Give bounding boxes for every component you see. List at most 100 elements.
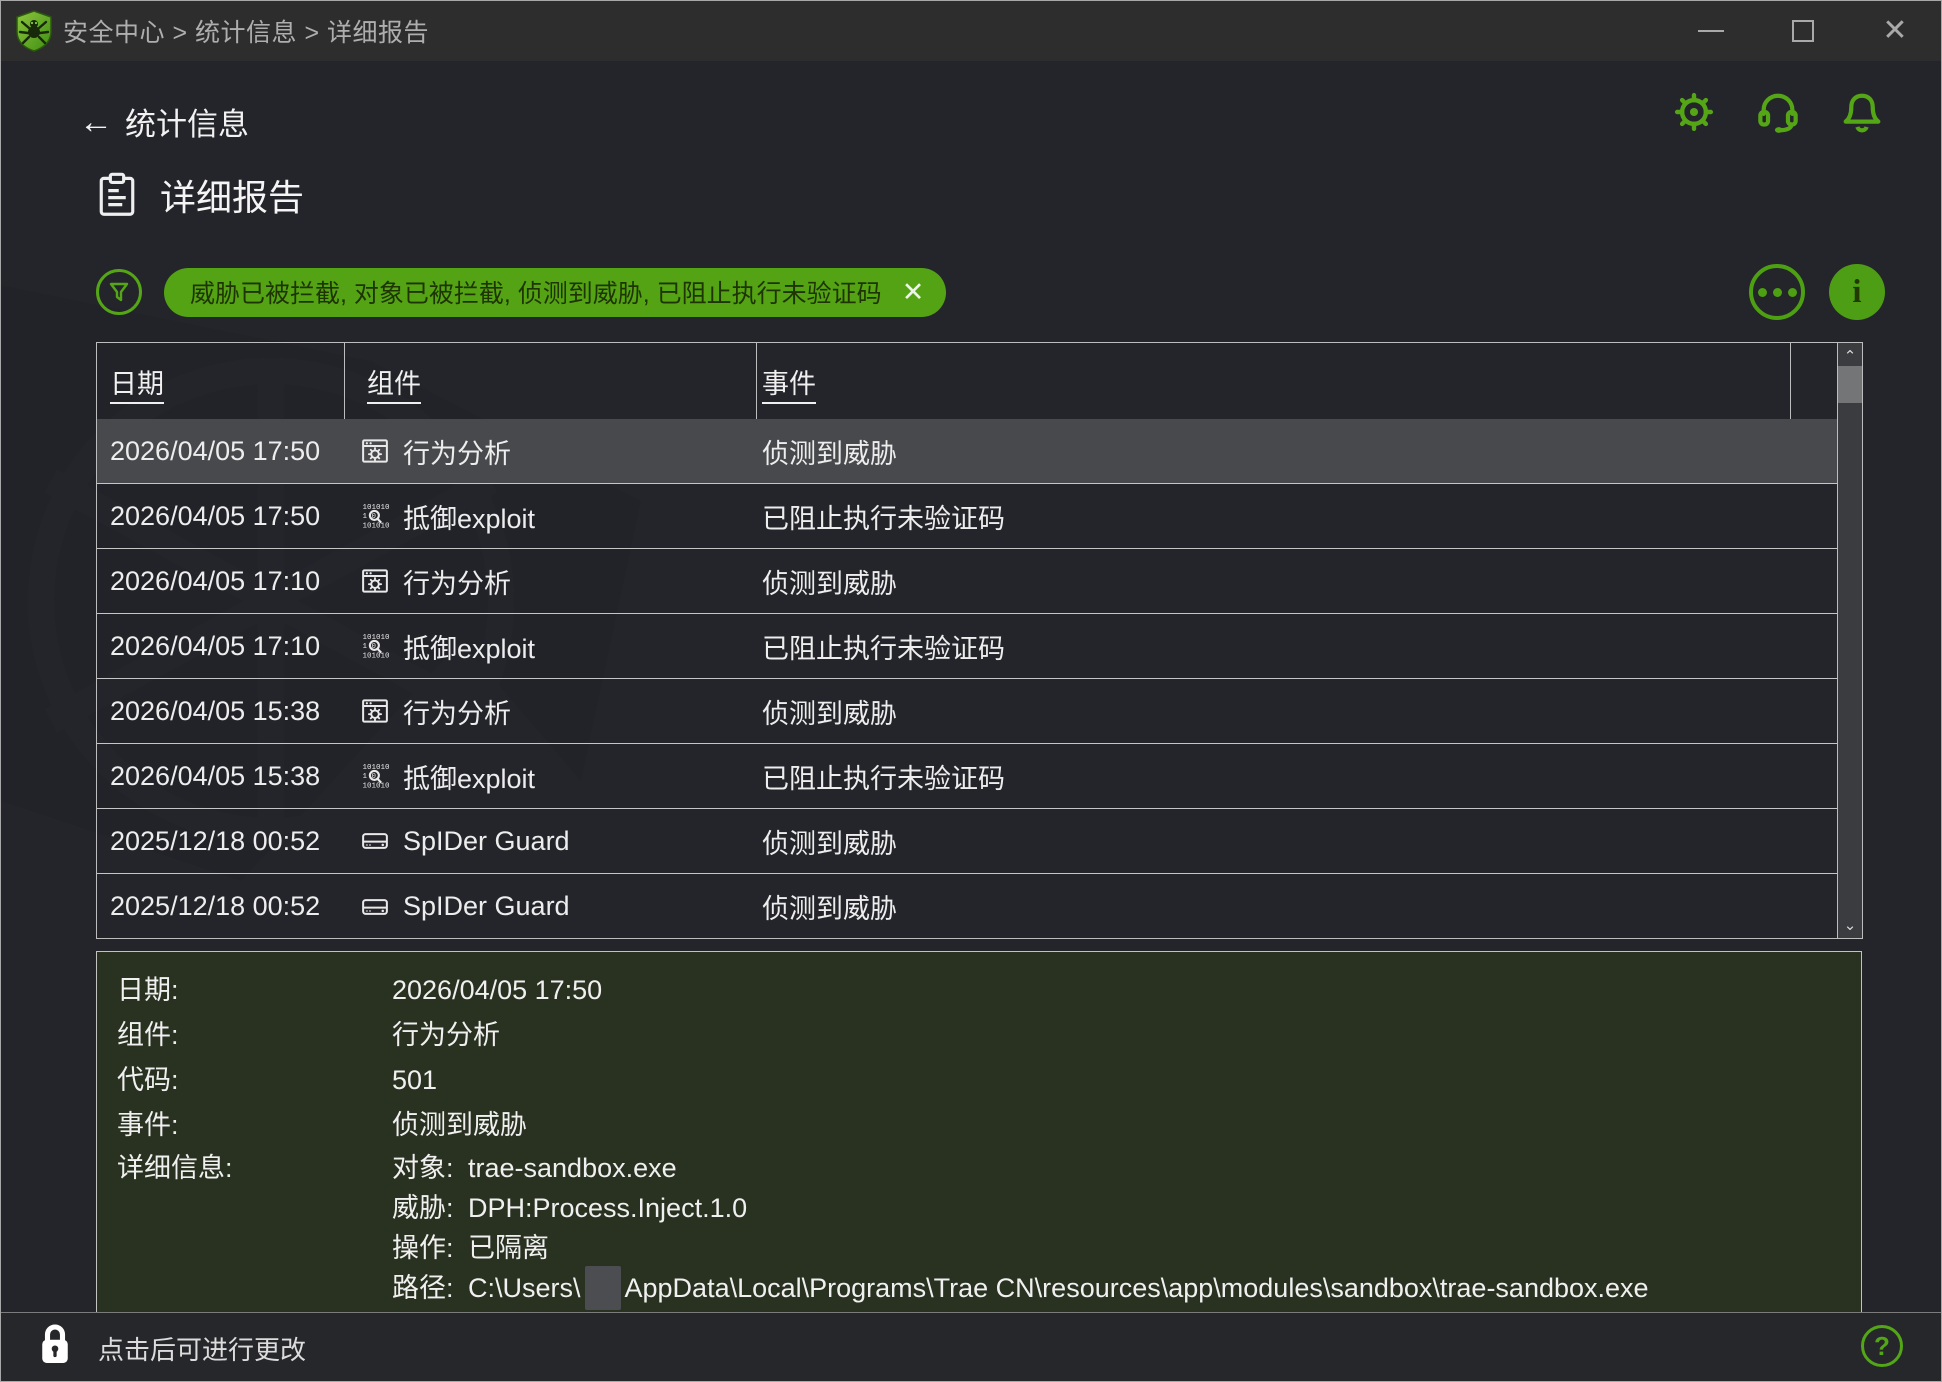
exploit-protection-icon: 1010101 0101010: [360, 761, 390, 791]
filter-chip-label: 威胁已被拦截, 对象已被拦截, 侦测到威胁, 已阻止执行未验证码: [190, 274, 882, 310]
disk-drive-icon: [360, 826, 390, 856]
row-date: 2026/04/05 17:10: [97, 566, 345, 597]
scroll-down-icon[interactable]: ⌄: [1838, 914, 1862, 936]
table-row[interactable]: 2026/04/05 17:50 行为分析 侦测到威胁: [97, 419, 1837, 484]
help-button[interactable]: ?: [1861, 1325, 1903, 1367]
detail-label: 代码:: [117, 1058, 392, 1103]
scrollbar-thumb[interactable]: [1838, 366, 1862, 403]
titlebar: 安全中心 > 统计信息 > 详细报告 ✕: [1, 1, 1941, 61]
column-header-component[interactable]: 组件: [345, 343, 757, 419]
table-row[interactable]: 2026/04/05 17:10 行为分析 侦测到威胁: [97, 549, 1837, 614]
table-body: 2026/04/05 17:50 行为分析 侦测到威胁 2026/04/05 1…: [97, 419, 1837, 938]
minimize-button[interactable]: [1665, 1, 1757, 61]
row-date: 2026/04/05 15:38: [97, 696, 345, 727]
row-component: 1010101 0101010 抵御exploit: [345, 627, 757, 666]
detail-label: 组件:: [117, 1013, 392, 1058]
help-icon: ?: [1874, 1331, 1890, 1362]
back-navigation[interactable]: ← 统计信息: [79, 99, 249, 144]
column-header-event[interactable]: 事件: [757, 343, 1791, 419]
row-date: 2026/04/05 17:50: [97, 501, 345, 532]
info-icon: i: [1852, 274, 1861, 311]
redacted-username: [585, 1266, 621, 1310]
minimize-icon: [1698, 30, 1724, 32]
row-event: 侦测到威胁: [757, 432, 1837, 471]
table-header: 日期 组件 事件: [97, 343, 1837, 419]
detail-object: trae-sandbox.exe: [468, 1148, 677, 1188]
lock-toggle[interactable]: [37, 1321, 73, 1369]
column-header-stub: [1791, 343, 1815, 419]
detail-info-rows: 对象:trae-sandbox.exe 威胁:DPH:Process.Injec…: [392, 1148, 1649, 1312]
breadcrumb: 安全中心 > 统计信息 > 详细报告: [63, 13, 429, 49]
details-panel: 日期:2026/04/05 17:50 组件:行为分析 代码:501 事件:侦测…: [96, 951, 1862, 1314]
events-table: 日期 组件 事件 2026/04/05 17:50 行为分析 侦测到威胁 202…: [96, 342, 1863, 939]
row-component: 1010101 0101010 抵御exploit: [345, 757, 757, 796]
top-actions: [1671, 89, 1885, 135]
bell-icon[interactable]: [1839, 89, 1885, 135]
column-header-date[interactable]: 日期: [97, 343, 345, 419]
filter-row: 威胁已被拦截, 对象已被拦截, 侦测到威胁, 已阻止执行未验证码 ✕ i: [96, 264, 1885, 320]
filter-chip[interactable]: 威胁已被拦截, 对象已被拦截, 侦测到威胁, 已阻止执行未验证码 ✕: [164, 268, 946, 317]
row-date: 2026/04/05 17:10: [97, 631, 345, 662]
detail-path: C:\Users\AppData\Local\Programs\Trae CN\…: [468, 1268, 1649, 1312]
maximize-button[interactable]: [1757, 1, 1849, 61]
behavior-analysis-icon: [360, 436, 390, 466]
filter-icon: [107, 280, 131, 304]
row-event: 侦测到威胁: [757, 887, 1837, 926]
exploit-protection-icon: 1010101 0101010: [360, 501, 390, 531]
gear-icon[interactable]: [1671, 89, 1717, 135]
disk-drive-icon: [360, 892, 390, 922]
lock-hint-text: 点击后可进行更改: [98, 1330, 306, 1367]
page-title: 详细报告: [160, 169, 304, 221]
table-row[interactable]: 2026/04/05 17:50 1010101 0101010 抵御explo…: [97, 484, 1837, 549]
detail-value: 501: [392, 1058, 437, 1103]
behavior-analysis-icon: [360, 566, 390, 596]
more-icon: [1758, 288, 1767, 297]
info-button[interactable]: i: [1829, 264, 1885, 320]
filter-chip-close-icon[interactable]: ✕: [902, 277, 925, 308]
table-row[interactable]: 2026/04/05 15:38 1010101 0101010 抵御explo…: [97, 744, 1837, 809]
row-component: 行为分析: [345, 692, 757, 731]
svg-text:101010: 101010: [363, 782, 391, 790]
row-component: 行为分析: [345, 432, 757, 471]
detail-label: 日期:: [117, 968, 392, 1013]
back-label: 统计信息: [125, 99, 249, 144]
exploit-protection-icon: 1010101 0101010: [360, 631, 390, 661]
table-row[interactable]: 2026/04/05 15:38 行为分析 侦测到威胁: [97, 679, 1837, 744]
page-title-row: 详细报告: [96, 169, 304, 221]
svg-text:101010: 101010: [363, 522, 391, 530]
filter-button[interactable]: [96, 269, 142, 315]
row-component: 1010101 0101010 抵御exploit: [345, 497, 757, 536]
detail-label: 事件:: [117, 1103, 392, 1148]
behavior-analysis-icon: [360, 696, 390, 726]
close-icon: ✕: [1882, 16, 1907, 46]
row-date: 2026/04/05 15:38: [97, 761, 345, 792]
lock-icon: [37, 1321, 73, 1369]
svg-text:101010: 101010: [363, 652, 391, 660]
clipboard-icon: [96, 172, 138, 218]
scroll-up-icon[interactable]: ⌃: [1838, 345, 1862, 367]
detail-value: 行为分析: [392, 1013, 500, 1058]
more-options-button[interactable]: [1749, 264, 1805, 320]
detail-value: 2026/04/05 17:50: [392, 968, 602, 1013]
row-event: 已阻止执行未验证码: [757, 497, 1837, 536]
row-component: SpIDer Guard: [345, 826, 757, 857]
close-button[interactable]: ✕: [1849, 1, 1941, 61]
detail-value: 侦测到威胁: [392, 1103, 527, 1148]
detail-threat: DPH:Process.Inject.1.0: [468, 1188, 747, 1228]
detail-action: 已隔离: [468, 1228, 549, 1268]
table-scrollbar[interactable]: ⌃ ⌄: [1837, 343, 1862, 938]
drweb-logo: [15, 10, 53, 52]
row-event: 侦测到威胁: [757, 562, 1837, 601]
headset-icon[interactable]: [1755, 89, 1801, 135]
footer-bar: 点击后可进行更改 ?: [1, 1312, 1941, 1381]
row-date: 2025/12/18 00:52: [97, 891, 345, 922]
table-row[interactable]: 2025/12/18 00:52 SpIDer Guard 侦测到威胁: [97, 809, 1837, 874]
row-component: SpIDer Guard: [345, 891, 757, 922]
row-event: 侦测到威胁: [757, 692, 1837, 731]
table-row[interactable]: 2025/12/18 00:52 SpIDer Guard 侦测到威胁: [97, 874, 1837, 939]
table-row[interactable]: 2026/04/05 17:10 1010101 0101010 抵御explo…: [97, 614, 1837, 679]
row-component: 行为分析: [345, 562, 757, 601]
row-date: 2026/04/05 17:50: [97, 436, 345, 467]
detail-label-info: 详细信息:: [117, 1148, 392, 1312]
row-event: 已阻止执行未验证码: [757, 627, 1837, 666]
